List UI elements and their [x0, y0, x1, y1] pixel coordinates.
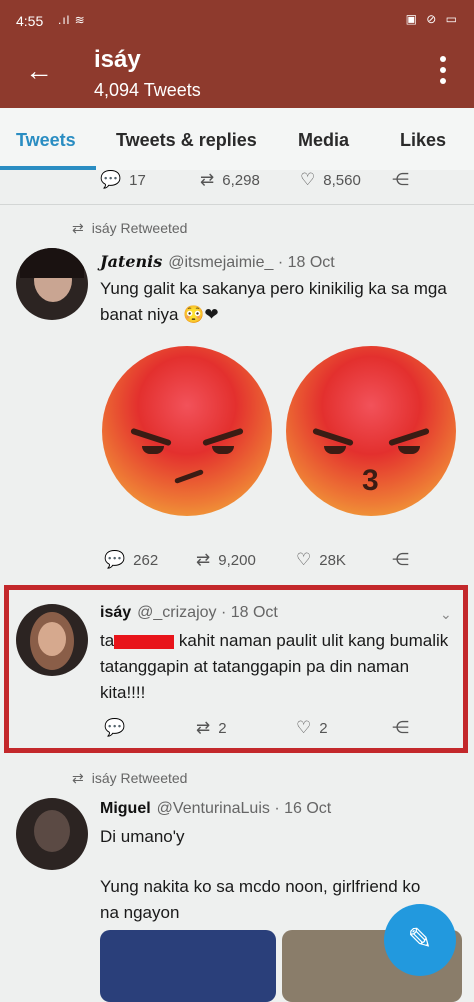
tweet-date: · 18 Oct	[277, 254, 335, 271]
media-thumbnail[interactable]	[100, 930, 276, 1002]
handle[interactable]: @itsmejaimie_	[168, 254, 273, 271]
reply-icon: 💬	[100, 170, 122, 189]
retweet-icon: ⇄	[72, 770, 84, 786]
angry-kiss-emoji-image[interactable]: 3	[286, 346, 456, 516]
like-button[interactable]: ♡ 8,560	[300, 170, 361, 190]
divider	[0, 204, 474, 205]
tweet-text: Yung galit ka sakanya pero kinikilig ka …	[100, 279, 447, 324]
tweet-date: · 16 Oct	[274, 800, 332, 817]
share-button[interactable]: ⋲	[392, 170, 417, 190]
tab-tweets-replies[interactable]: Tweets & replies	[116, 130, 257, 151]
retweet-icon: ⇄	[72, 220, 84, 236]
status-icons: ▣ ⊘ ▭	[405, 12, 460, 26]
retweet-button[interactable]: ⇄ 2	[196, 718, 227, 738]
display-name[interactable]: isáy	[100, 604, 131, 621]
signal-icon: .ıl ≋	[58, 13, 86, 27]
angry-emoji-image[interactable]	[102, 346, 272, 516]
avatar[interactable]	[16, 798, 88, 870]
tweet-header: Jatenis @itsmejaimie_ · 18 Oct	[100, 252, 335, 272]
retweet-label: ⇄ isáy Retweeted	[72, 770, 188, 786]
tweet-date: · 18 Oct	[220, 604, 278, 621]
share-icon: ⋲	[392, 170, 409, 189]
tweet-count: 4,094 Tweets	[94, 80, 201, 100]
profile-name: isáy	[94, 46, 141, 73]
handle[interactable]: @VenturinaLuis	[157, 800, 270, 817]
heart-icon: ♡	[300, 170, 316, 189]
tweet-text: ta kahit naman paulit ulit kang bumalik …	[100, 631, 449, 702]
retweet-icon: ⇄	[196, 718, 211, 737]
tweet-header: isáy @_crizajoy · 18 Oct	[100, 604, 278, 622]
like-button[interactable]: ♡ 2	[296, 718, 328, 738]
retweet-button[interactable]: ⇄ 6,298	[200, 170, 260, 190]
tab-media[interactable]: Media	[298, 130, 349, 151]
reply-button[interactable]: 💬 262	[104, 550, 158, 570]
retweet-icon: ⇄	[196, 550, 211, 569]
heart-icon: ♡	[296, 550, 312, 569]
avatar[interactable]	[16, 604, 88, 676]
tweet-header: Miguel @VenturinaLuis · 16 Oct	[100, 800, 331, 818]
previous-tweet-actions: 💬 17 ⇄ 6,298 ♡ 8,560 ⋲	[0, 170, 474, 194]
display-name[interactable]: Jatenis	[100, 252, 162, 271]
handle[interactable]: @_crizajoy	[137, 604, 216, 621]
avatar[interactable]	[16, 248, 88, 320]
reply-button[interactable]: 💬	[104, 718, 133, 738]
heart-icon: ♡	[296, 718, 312, 737]
share-icon: ⋲	[392, 718, 409, 737]
display-name[interactable]: Miguel	[100, 800, 151, 817]
retweet-button[interactable]: ⇄ 9,200	[196, 550, 256, 570]
overflow-menu-icon[interactable]	[438, 56, 448, 90]
reply-icon: 💬	[104, 550, 126, 569]
chevron-down-icon[interactable]: ⌄	[440, 606, 452, 623]
redaction-mark	[114, 634, 175, 649]
share-icon: ⋲	[392, 550, 409, 569]
tweet-actions: 💬 262 ⇄ 9,200 ♡ 28K ⋲	[0, 550, 474, 574]
tweet-text: Di umano'y	[100, 827, 185, 846]
tweet-text: Yung nakita ko sa mcdo noon, girlfriend …	[100, 877, 421, 922]
tweet-actions: 💬 ⇄ 2 ♡ 2 ⋲	[0, 718, 474, 742]
status-bar: 4:55 .ıl ≋ ▣ ⊘ ▭	[0, 0, 474, 40]
compose-feather-icon: ✎	[407, 923, 433, 956]
tab-tweets[interactable]: Tweets	[16, 130, 76, 151]
status-time: 4:55	[16, 13, 44, 29]
retweet-label: ⇄ isáy Retweeted	[72, 220, 188, 236]
retweet-icon: ⇄	[200, 170, 215, 189]
compose-tweet-button[interactable]: ✎	[384, 904, 456, 976]
profile-tabs: Tweets Tweets & replies Media Likes	[0, 108, 474, 170]
back-arrow-icon[interactable]: ←	[22, 54, 56, 88]
reply-icon: 💬	[104, 718, 126, 737]
like-button[interactable]: ♡ 28K	[296, 550, 346, 570]
share-button[interactable]: ⋲	[392, 718, 417, 738]
profile-header: ← isáy 4,094 Tweets	[0, 40, 474, 108]
reply-button[interactable]: 💬 17	[100, 170, 146, 190]
share-button[interactable]: ⋲	[392, 550, 417, 570]
tab-likes[interactable]: Likes	[400, 130, 446, 151]
